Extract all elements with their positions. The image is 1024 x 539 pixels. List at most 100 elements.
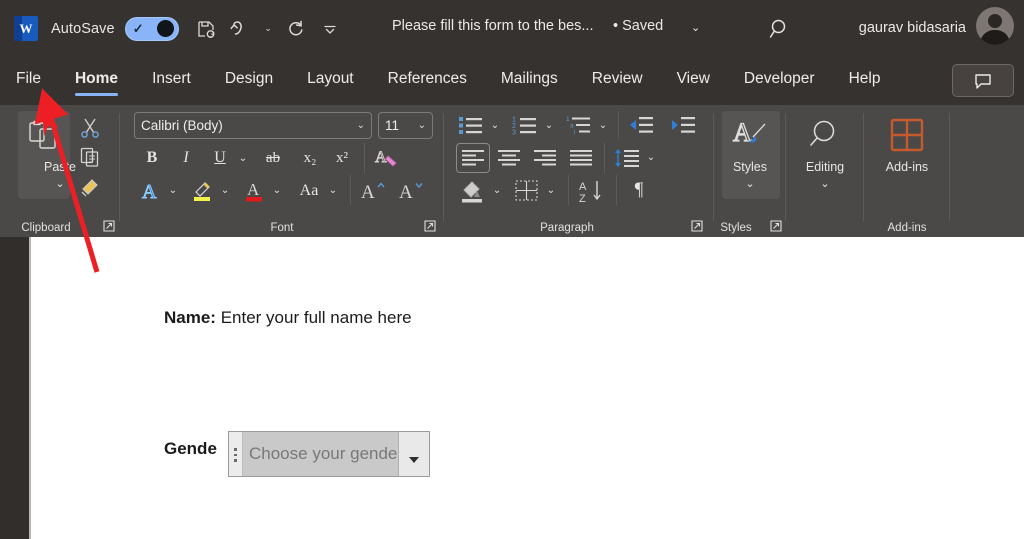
autosave-toggle[interactable]: ✓ bbox=[124, 16, 179, 41]
styles-icon[interactable]: A bbox=[730, 113, 772, 157]
editing-button-label[interactable]: Editing bbox=[786, 160, 864, 174]
tab-design[interactable]: Design bbox=[225, 66, 273, 97]
superscript-button[interactable]: x² bbox=[328, 145, 356, 171]
undo-icon[interactable] bbox=[223, 12, 257, 46]
line-spacing-icon[interactable] bbox=[612, 144, 642, 172]
font-size-combo[interactable]: 11 ⌄ bbox=[378, 112, 433, 139]
underline-chevron-down-icon[interactable]: ⌄ bbox=[234, 147, 252, 169]
font-color-icon[interactable]: A bbox=[240, 177, 270, 205]
text-effects-chevron-down-icon[interactable]: ⌄ bbox=[164, 179, 182, 201]
svg-text:A: A bbox=[579, 181, 587, 193]
undo-dropdown-icon[interactable]: ⌄ bbox=[257, 12, 279, 46]
ribbon-group-font: Calibri (Body) ⌄ 11 ⌄ B I U ⌄ ab x₂ x² A bbox=[120, 105, 444, 237]
save-status-chevron-down-icon[interactable]: ⌄ bbox=[691, 21, 700, 34]
line-spacing-chevron-down-icon[interactable]: ⌄ bbox=[642, 146, 660, 168]
align-center-icon[interactable] bbox=[494, 144, 524, 172]
tab-references[interactable]: References bbox=[388, 66, 467, 97]
font-name-combo[interactable]: Calibri (Body) ⌄ bbox=[134, 112, 372, 139]
styles-dialog-launcher[interactable] bbox=[770, 220, 782, 232]
ribbon-group-styles: A Styles ⌄ Styles bbox=[714, 105, 786, 237]
align-right-icon[interactable] bbox=[530, 144, 560, 172]
add-ins-button-label[interactable]: Add-ins bbox=[864, 160, 950, 174]
tab-view[interactable]: View bbox=[677, 66, 710, 97]
bold-button[interactable]: B bbox=[138, 145, 166, 171]
name-placeholder-text[interactable]: Enter your full name here bbox=[216, 308, 412, 327]
shading-icon[interactable] bbox=[458, 177, 488, 205]
ribbon-group-label-addins: Add-ins bbox=[887, 222, 927, 234]
tab-developer[interactable]: Developer bbox=[744, 66, 815, 97]
redo-icon[interactable] bbox=[279, 12, 313, 46]
ribbon-group-paragraph: ⌄ 1 2 3 ⌄ 1 a i ⌄ ⌄ ⌄ ⌄ A Z ¶ Paragraph bbox=[444, 105, 714, 237]
ribbon-group-label-paragraph: Paragraph bbox=[540, 222, 594, 234]
grow-font-icon[interactable]: A bbox=[358, 177, 388, 205]
multilevel-list-icon[interactable]: 1 a i bbox=[564, 112, 594, 138]
editing-chevron-down-icon[interactable]: ⌄ bbox=[786, 177, 864, 190]
shading-chevron-down-icon[interactable]: ⌄ bbox=[488, 179, 506, 201]
font-name-value: Calibri (Body) bbox=[141, 118, 223, 133]
tab-home[interactable]: Home bbox=[74, 66, 119, 97]
user-name[interactable]: gaurav bidasaria bbox=[859, 20, 966, 36]
tab-help[interactable]: Help bbox=[849, 66, 881, 97]
bullets-chevron-down-icon[interactable]: ⌄ bbox=[486, 114, 504, 136]
document-canvas[interactable] bbox=[0, 237, 1024, 539]
increase-indent-icon[interactable] bbox=[668, 112, 698, 138]
align-left-icon[interactable] bbox=[458, 144, 488, 172]
change-case-chevron-down-icon[interactable]: ⌄ bbox=[324, 179, 342, 201]
format-painter-icon[interactable] bbox=[76, 173, 104, 201]
text-highlight-color-icon[interactable] bbox=[188, 177, 218, 205]
subscript-button[interactable]: x₂ bbox=[296, 145, 324, 171]
borders-chevron-down-icon[interactable]: ⌄ bbox=[542, 179, 560, 201]
svg-text:A: A bbox=[142, 181, 157, 203]
ribbon-group-editing: Editing ⌄ bbox=[786, 105, 864, 237]
customize-quick-access-icon[interactable] bbox=[313, 12, 347, 46]
clipboard-dialog-launcher[interactable] bbox=[103, 220, 115, 232]
tab-file[interactable]: File bbox=[16, 66, 41, 97]
content-control-drag-handle[interactable] bbox=[229, 432, 243, 476]
handle-dot bbox=[234, 459, 237, 462]
gender-label: Gende bbox=[164, 439, 217, 458]
tab-layout[interactable]: Layout bbox=[307, 66, 354, 97]
font-color-chevron-down-icon[interactable]: ⌄ bbox=[268, 179, 286, 201]
font-name-chevron-down-icon[interactable]: ⌄ bbox=[357, 120, 365, 131]
avatar[interactable] bbox=[976, 7, 1014, 45]
sort-icon[interactable]: A Z bbox=[576, 177, 610, 205]
styles-chevron-down-icon[interactable]: ⌄ bbox=[714, 177, 786, 190]
gender-dropdown-arrow-icon[interactable] bbox=[398, 432, 429, 476]
gender-dropdown-placeholder[interactable]: Choose your gender bbox=[243, 432, 398, 476]
title-bar: W AutoSave ✓ ⌄ Please fill this form to … bbox=[0, 0, 1024, 57]
svg-text:Z: Z bbox=[579, 193, 586, 204]
change-case-button[interactable]: Aa bbox=[292, 177, 326, 205]
document-left-gutter bbox=[0, 237, 29, 539]
copy-icon[interactable] bbox=[76, 143, 104, 171]
clear-formatting-icon[interactable]: A bbox=[372, 143, 402, 171]
justify-icon[interactable] bbox=[566, 144, 596, 172]
numbering-icon[interactable]: 1 2 3 bbox=[510, 112, 540, 138]
borders-icon[interactable] bbox=[512, 177, 542, 205]
cut-icon[interactable] bbox=[76, 113, 104, 141]
add-ins-icon[interactable] bbox=[886, 115, 928, 155]
comments-button[interactable] bbox=[952, 64, 1014, 97]
editing-search-icon[interactable] bbox=[804, 115, 846, 155]
save-icon[interactable] bbox=[189, 12, 223, 46]
paragraph-inner-separator bbox=[618, 111, 619, 139]
italic-button[interactable]: I bbox=[172, 145, 200, 171]
tab-mailings[interactable]: Mailings bbox=[501, 66, 558, 97]
numbering-chevron-down-icon[interactable]: ⌄ bbox=[540, 114, 558, 136]
tab-insert[interactable]: Insert bbox=[152, 66, 191, 97]
strikethrough-button[interactable]: ab bbox=[258, 145, 288, 171]
gender-dropdown-content-control[interactable]: Choose your gender bbox=[228, 431, 430, 477]
text-highlight-chevron-down-icon[interactable]: ⌄ bbox=[216, 179, 234, 201]
multilevel-list-chevron-down-icon[interactable]: ⌄ bbox=[594, 114, 612, 136]
search-icon[interactable] bbox=[767, 16, 793, 47]
shrink-font-icon[interactable]: A bbox=[396, 177, 426, 205]
paste-icon[interactable] bbox=[22, 113, 66, 157]
decrease-indent-icon[interactable] bbox=[626, 112, 656, 138]
document-title[interactable]: Please fill this form to the bes... bbox=[392, 18, 593, 34]
bullets-icon[interactable] bbox=[456, 112, 486, 138]
underline-button[interactable]: U bbox=[206, 145, 234, 171]
font-size-chevron-down-icon[interactable]: ⌄ bbox=[418, 120, 426, 131]
word-window: W AutoSave ✓ ⌄ Please fill this form to … bbox=[0, 0, 1024, 539]
text-effects-icon[interactable]: A bbox=[136, 177, 166, 205]
show-formatting-marks-button[interactable]: ¶ bbox=[624, 176, 654, 204]
tab-review[interactable]: Review bbox=[592, 66, 643, 97]
